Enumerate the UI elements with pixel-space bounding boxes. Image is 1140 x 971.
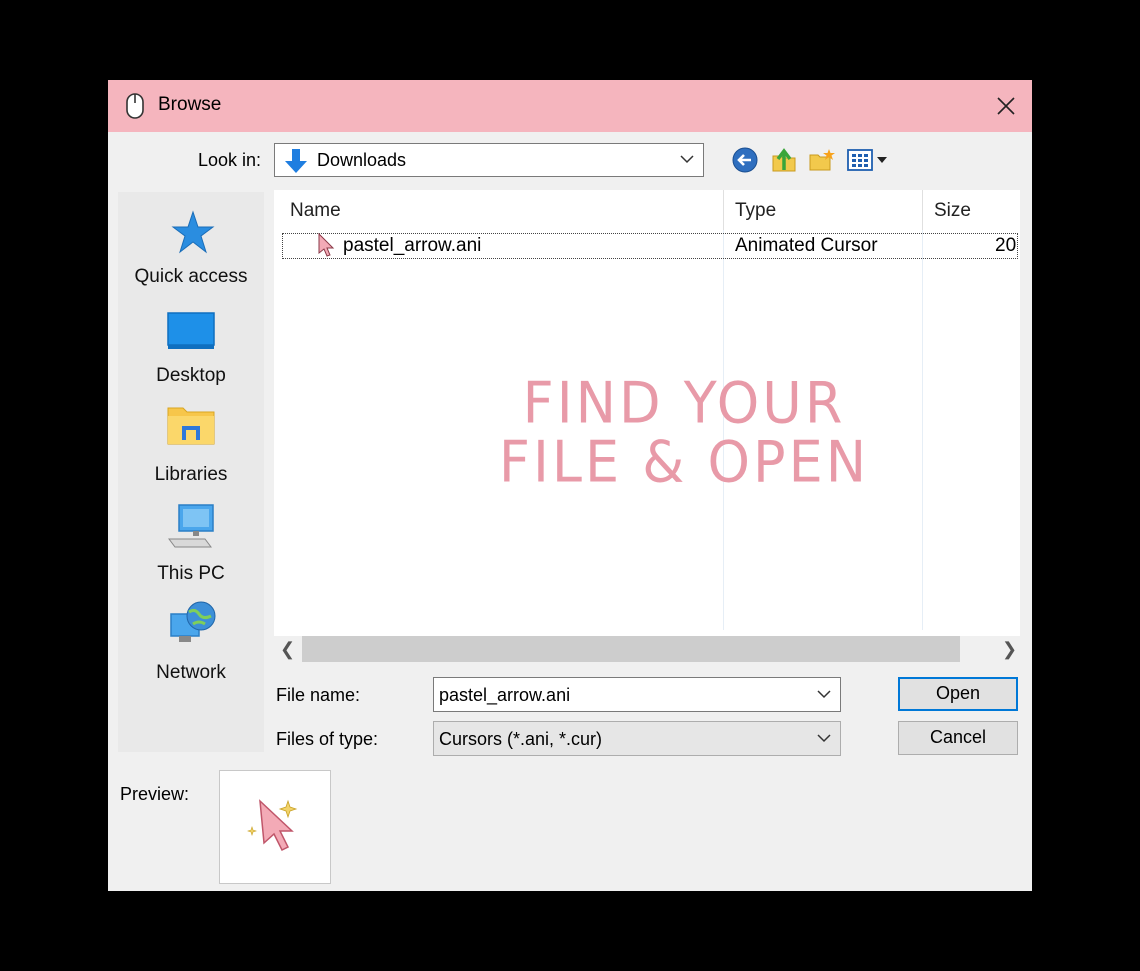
computer-icon (165, 501, 217, 554)
column-header-type[interactable]: Type (735, 200, 776, 222)
scroll-left-icon[interactable]: ❮ (280, 639, 295, 660)
overlay-caption: FIND YOUR FILE & OPEN (474, 374, 894, 492)
file-name-cell: pastel_arrow.ani (343, 235, 482, 256)
column-header-name[interactable]: Name (290, 200, 341, 222)
chevron-down-icon (679, 151, 695, 172)
place-label: This PC (157, 563, 225, 584)
file-name-input[interactable]: pastel_arrow.ani (433, 677, 841, 712)
look-in-dropdown[interactable]: Downloads (274, 143, 704, 177)
up-folder-icon (772, 148, 796, 172)
title-bar: Browse (108, 80, 1032, 132)
place-this-pc[interactable]: This PC (118, 504, 264, 597)
open-button[interactable]: Open (898, 677, 1018, 711)
file-type-dropdown[interactable]: Cursors (*.ani, *.cur) (433, 721, 841, 756)
file-name-label: File name: (276, 685, 361, 705)
browse-dialog: Browse Look in: Downloads Quick access D… (108, 80, 1032, 891)
up-folder-button[interactable] (770, 146, 798, 179)
file-name-value: pastel_arrow.ani (439, 685, 571, 705)
desktop-icon (166, 311, 216, 356)
close-button[interactable] (980, 80, 1032, 132)
libraries-icon (165, 402, 217, 453)
scroll-right-icon[interactable]: ❯ (1002, 639, 1017, 660)
place-label: Libraries (154, 464, 228, 485)
place-quick-access[interactable]: Quick access (118, 210, 264, 300)
new-folder-button[interactable] (808, 146, 836, 179)
horizontal-scrollbar[interactable]: ❮ ❯ (274, 636, 1020, 662)
back-arrow-icon (732, 147, 758, 173)
column-divider[interactable] (922, 190, 923, 230)
preview-label: Preview: (120, 784, 190, 804)
overlay-line-2: FILE & OPEN (498, 428, 870, 495)
star-icon (167, 210, 215, 261)
place-network[interactable]: Network (118, 601, 264, 696)
file-list[interactable]: Name Type Size pastel_arrow.ani Animated… (274, 190, 1020, 636)
look-in-label: Look in: (198, 150, 262, 170)
column-divider[interactable] (723, 190, 724, 230)
scroll-thumb[interactable] (302, 636, 960, 662)
view-menu-button[interactable] (846, 146, 890, 179)
cursor-file-icon (315, 232, 337, 264)
look-in-value: Downloads (317, 150, 407, 170)
file-type-label: Files of type: (276, 729, 379, 749)
column-line (922, 230, 923, 630)
file-type-value: Cursors (*.ani, *.cur) (439, 729, 603, 749)
place-label: Network (156, 662, 226, 683)
pastel-cursor-preview-icon (247, 799, 298, 852)
places-bar: Quick access Desktop Libraries This PC N… (118, 192, 264, 752)
overlay-line-1: FIND YOUR (522, 370, 846, 437)
back-button[interactable] (731, 146, 759, 179)
column-header-size[interactable]: Size (934, 200, 971, 222)
mouse-icon (126, 93, 144, 124)
place-libraries[interactable]: Libraries (118, 407, 264, 498)
file-type-cell: Animated Cursor (735, 235, 878, 256)
place-desktop[interactable]: Desktop (118, 309, 264, 399)
network-icon (165, 600, 217, 653)
view-menu-icon (847, 149, 887, 171)
cancel-button[interactable]: Cancel (898, 721, 1018, 755)
table-row[interactable]: pastel_arrow.ani Animated Cursor 20 (282, 232, 1018, 259)
file-size-cell: 20 (995, 235, 1017, 256)
close-icon (997, 97, 1015, 115)
new-folder-icon (809, 149, 835, 171)
chevron-down-icon (816, 730, 832, 751)
download-folder-icon (283, 148, 309, 179)
preview-pane (219, 770, 331, 884)
chevron-down-icon[interactable] (816, 686, 832, 707)
window-title: Browse (158, 94, 222, 115)
place-label: Quick access (134, 266, 248, 287)
place-label: Desktop (156, 365, 226, 386)
